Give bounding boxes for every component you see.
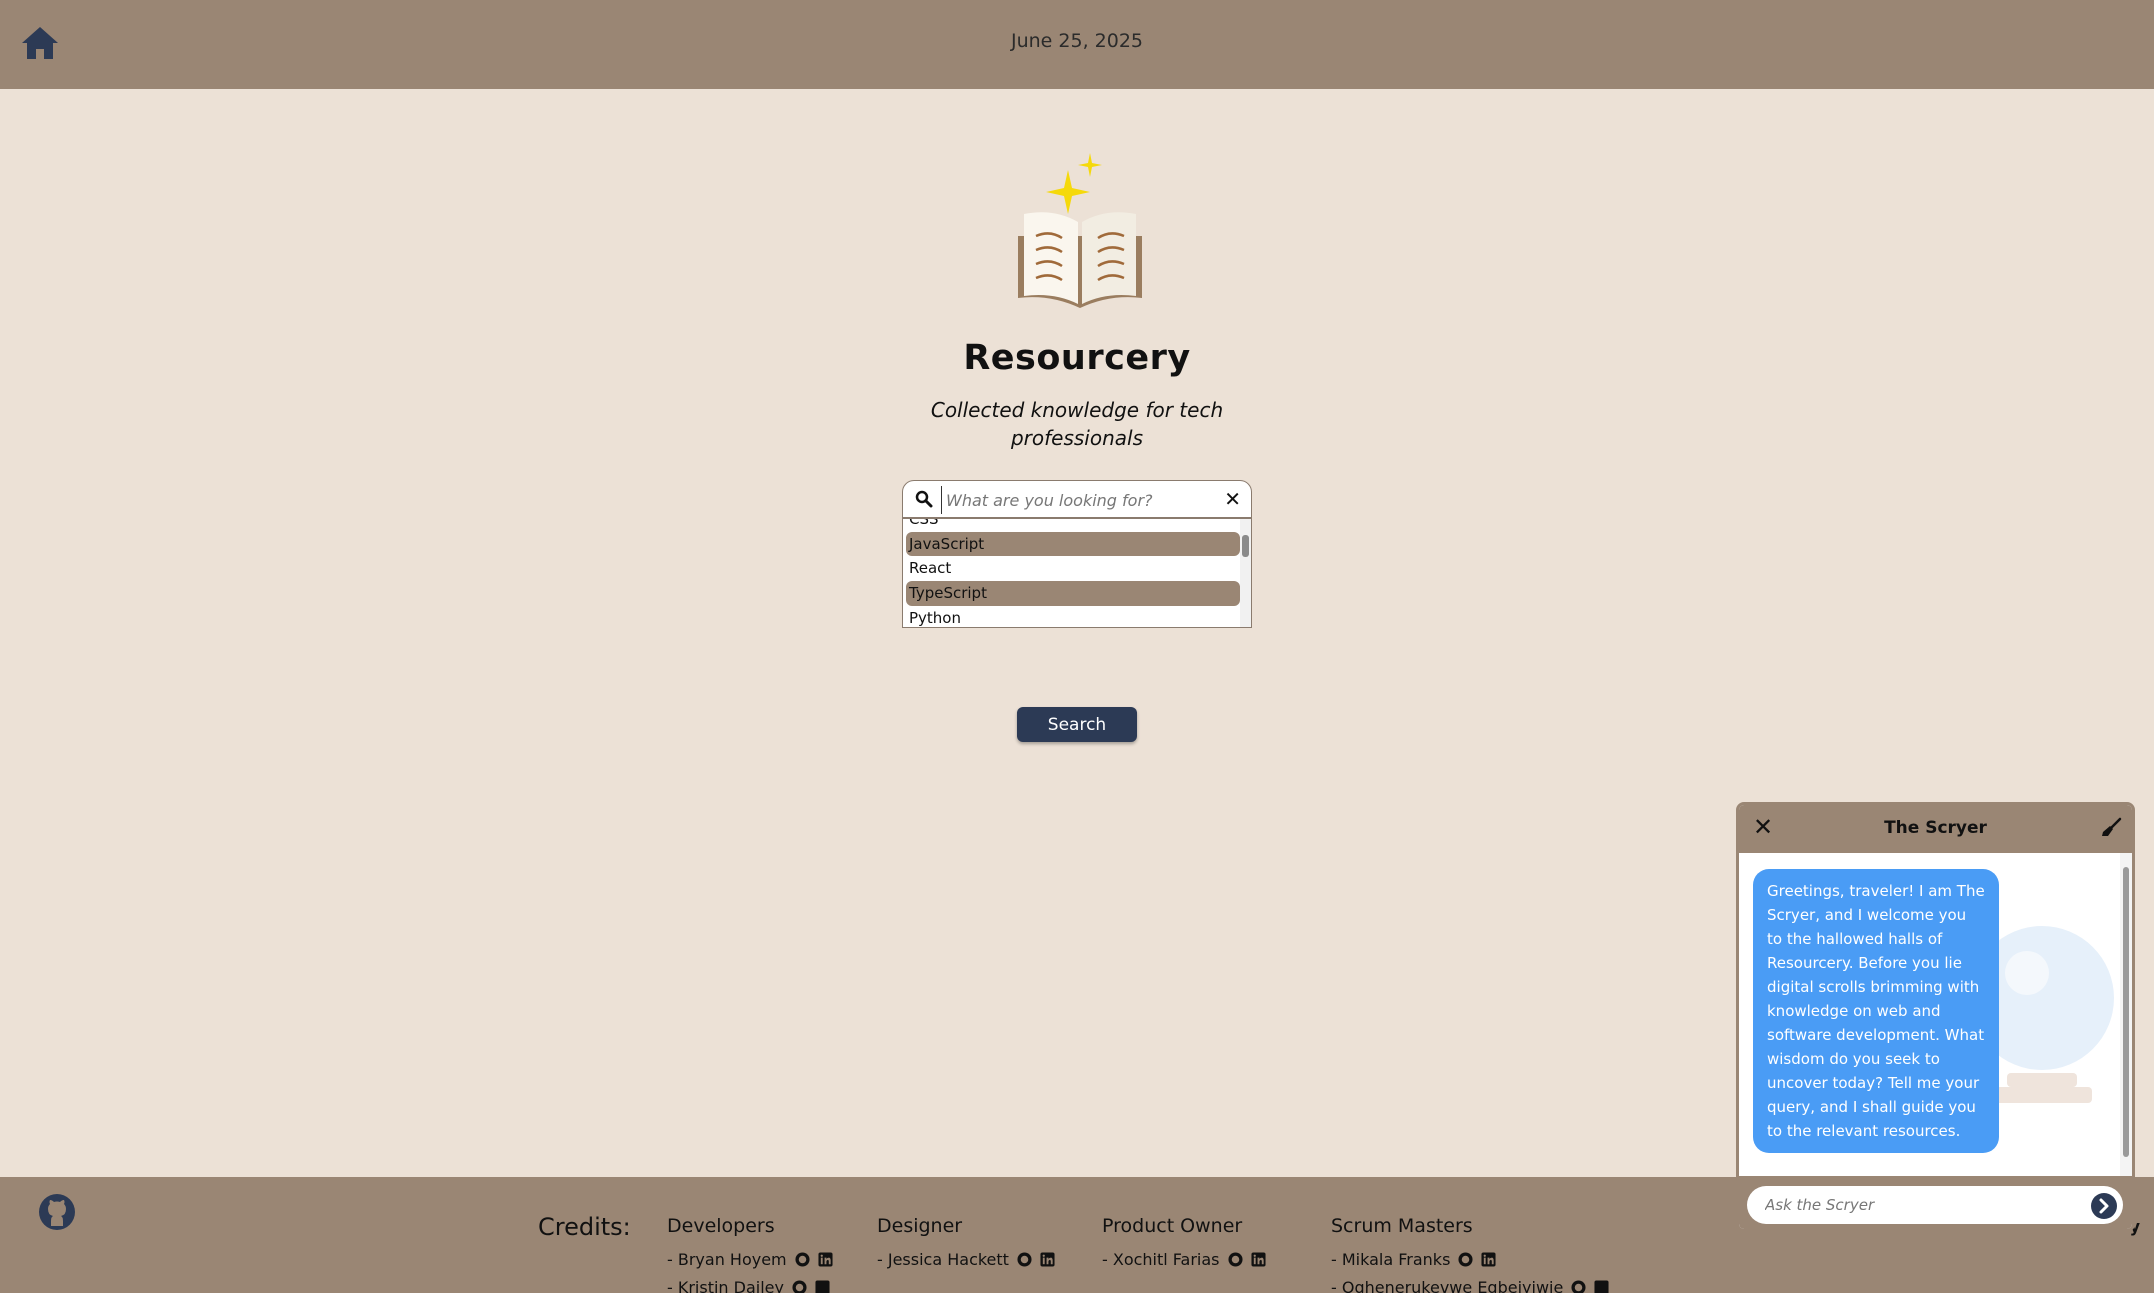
app-title: Resourcery	[963, 338, 1191, 378]
credit-person: - Jessica Hackett	[877, 1245, 1055, 1273]
linkedin-icon[interactable]	[1481, 1251, 1496, 1267]
suggestion-item[interactable]: React	[906, 556, 1240, 581]
person-name: - Jessica Hackett	[877, 1249, 1009, 1269]
magic-book-icon	[1010, 148, 1150, 318]
assistant-message: Greetings, traveler! I am The Scryer, an…	[1753, 869, 1999, 1153]
github-repo-link[interactable]	[38, 1193, 76, 1231]
github-icon[interactable]	[795, 1251, 810, 1267]
broom-icon[interactable]	[2100, 817, 2122, 839]
credits-group-title: Product Owner	[1102, 1215, 1243, 1237]
search-input[interactable]	[941, 486, 1211, 514]
github-icon[interactable]	[792, 1279, 807, 1293]
credits-developers: Developers - Bryan Hoyem - Kristin Daile…	[667, 1215, 833, 1293]
chat-title: The Scryer	[1884, 818, 1987, 838]
linkedin-icon[interactable]	[1250, 1251, 1266, 1267]
github-icon[interactable]	[1227, 1251, 1243, 1267]
credits-group-title: Scrum Masters	[1331, 1215, 1473, 1237]
linkedin-icon[interactable]	[815, 1279, 830, 1293]
scryer-chat-widget: ✕ The Scryer Greetings, traveler! I am T…	[1736, 802, 2135, 1232]
person-name: - Xochitl Farias	[1102, 1249, 1220, 1269]
credits-group-title: Developers	[667, 1215, 775, 1237]
credit-person: - Bryan Hoyem	[667, 1245, 833, 1273]
credit-person: - Xochitl Farias	[1102, 1245, 1266, 1273]
send-button[interactable]	[2091, 1193, 2117, 1219]
linkedin-icon[interactable]	[1594, 1279, 1609, 1293]
credit-person: - Oghenerukevwe Egbeiyiwie	[1331, 1273, 1609, 1293]
credit-person: - Kristin Dailey	[667, 1273, 833, 1293]
search-icon	[915, 490, 933, 508]
scrollbar-thumb[interactable]	[2123, 867, 2129, 1157]
chat-input-bar	[1739, 1176, 2132, 1229]
credits-label: Credits:	[538, 1213, 631, 1241]
credits-group-title: Designer	[877, 1215, 963, 1237]
search-suggestions: CSS JavaScript React TypeScript Python	[902, 518, 1252, 628]
suggestion-item[interactable]: CSS	[906, 519, 1240, 532]
tagline: Collected knowledge for tech professiona…	[930, 398, 1224, 450]
suggestion-list: CSS JavaScript React TypeScript Python	[906, 519, 1240, 627]
credit-person: - Mikala Franks	[1331, 1245, 1609, 1273]
chat-input[interactable]	[1747, 1186, 2123, 1224]
person-name: - Mikala Franks	[1331, 1249, 1451, 1269]
chat-header: ✕ The Scryer	[1739, 805, 2132, 853]
person-name: - Kristin Dailey	[667, 1277, 784, 1293]
credits-product-owner: Product Owner - Xochitl Farias	[1102, 1215, 1266, 1273]
chat-scrollbar[interactable]	[2120, 853, 2132, 1176]
github-icon[interactable]	[1571, 1279, 1586, 1293]
person-name: - Bryan Hoyem	[667, 1249, 787, 1269]
search-bar: ✕	[902, 480, 1252, 518]
github-icon[interactable]	[1458, 1251, 1473, 1267]
scrollbar-thumb[interactable]	[1242, 535, 1249, 557]
github-icon[interactable]	[1017, 1251, 1032, 1267]
suggestion-item[interactable]: Python	[906, 606, 1240, 627]
suggestions-scrollbar[interactable]	[1240, 519, 1251, 627]
credits-designer: Designer - Jessica Hackett	[877, 1215, 1055, 1273]
suggestion-item[interactable]: JavaScript	[906, 531, 1240, 557]
top-bar: June 25, 2025	[0, 0, 2154, 89]
linkedin-icon[interactable]	[818, 1251, 833, 1267]
clear-search-button[interactable]: ✕	[1224, 486, 1241, 512]
suggestion-item[interactable]: TypeScript	[906, 581, 1240, 606]
person-name: - Oghenerukevwe Egbeiyiwie	[1331, 1277, 1564, 1293]
chat-messages: Greetings, traveler! I am The Scryer, an…	[1739, 853, 2132, 1176]
search-button[interactable]: Search	[1017, 707, 1137, 742]
credits-scrum-masters: Scrum Masters - Mikala Franks - Ogheneru…	[1331, 1215, 1609, 1293]
github-icon	[39, 1194, 75, 1230]
current-date: June 25, 2025	[1010, 30, 1144, 52]
chevron-right-icon	[2099, 1198, 2109, 1214]
linkedin-icon[interactable]	[1040, 1251, 1055, 1267]
